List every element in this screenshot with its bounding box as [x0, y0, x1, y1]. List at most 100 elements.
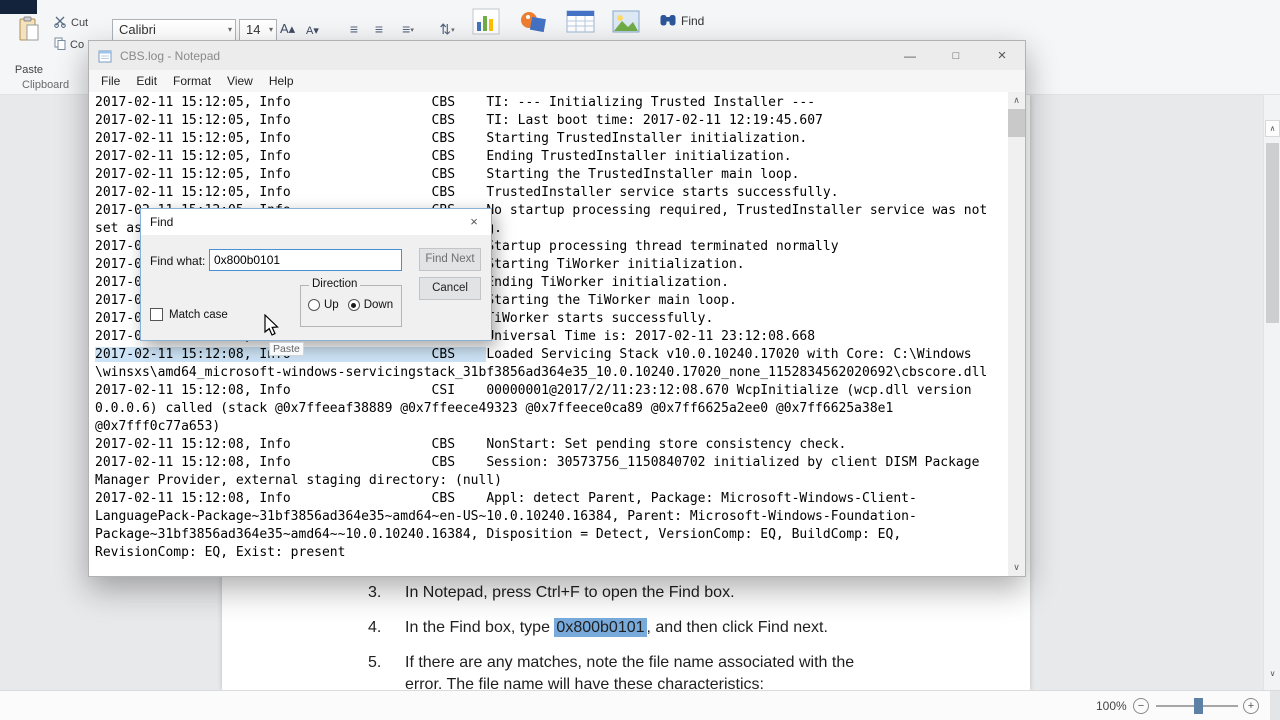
list-number: 4. — [368, 619, 382, 636]
direction-groupbox: Direction Up Down — [300, 278, 402, 327]
chevron-down-icon: ▾ — [410, 27, 414, 34]
checkbox-unchecked-icon — [150, 308, 163, 321]
log-line: 2017-02-11 15:12:05, Info CBS Ending Tru… — [95, 149, 792, 164]
log-line: 2017-02-11 15:12:08, Info CSI 00000001@2… — [95, 383, 972, 398]
log-line: 0.0.0.6) called (stack @0x7ffeeaf38889 @… — [95, 401, 894, 416]
cancel-button[interactable]: Cancel — [419, 277, 481, 300]
close-button[interactable]: × — [979, 41, 1025, 70]
binoculars-icon — [660, 13, 676, 29]
log-line: 2017-02-11 15:12:08, Info CBS Appl: dete… — [95, 491, 917, 506]
list-button[interactable]: ≡▾ — [392, 21, 424, 41]
scrollbar-thumb[interactable] — [1008, 109, 1025, 137]
menu-help[interactable]: Help — [261, 71, 302, 91]
close-icon: × — [470, 214, 478, 229]
font-name-select[interactable]: Calibri ▾ — [112, 19, 236, 41]
find-dialog: Find × Find what: Find Next Cancel Direc… — [140, 208, 492, 341]
log-line: 2017-02-11 15:12:05, Info CBS TrustedIns… — [95, 185, 839, 200]
indent-decrease-icon: ≡ — [349, 21, 359, 37]
zoom-out-button[interactable]: − — [1133, 698, 1149, 714]
line-spacing-button[interactable]: ⇅▾ — [430, 21, 464, 41]
chevron-down-icon: ▾ — [451, 27, 455, 34]
chevron-down-icon: ▾ — [227, 25, 232, 34]
notepad-app-icon — [98, 49, 112, 63]
log-line: @0x7fff0c77a653) — [95, 419, 221, 434]
decrease-indent-button[interactable]: ≡ — [342, 21, 366, 41]
paste-button[interactable]: Paste — [8, 14, 50, 80]
word-vertical-scrollbar[interactable]: ∧ ∨ — [1263, 95, 1280, 690]
chevron-down-icon: ▾ — [268, 25, 273, 34]
line-spacing-icon: ⇅ — [439, 21, 452, 37]
increase-indent-button[interactable]: ≡ — [367, 21, 391, 41]
clipboard-icon — [18, 16, 40, 45]
dialog-close-button[interactable]: × — [457, 209, 491, 235]
list-number: 5. — [368, 654, 382, 671]
log-line-selected: 2017-02-11 15:12:08, Info CBS Loaded Ser… — [95, 346, 1008, 364]
chevron-down-icon: ∨ — [1013, 562, 1020, 572]
close-icon: × — [997, 47, 1007, 64]
chart-icon[interactable] — [472, 7, 500, 42]
scrollbar-thumb[interactable] — [1266, 143, 1279, 323]
word-status-bar: 100% − + — [0, 690, 1280, 720]
doc-list-item-4: 4. In the Find box, type 0x800b0101, and … — [368, 618, 828, 637]
list-text-after: , and then click Find next. — [646, 619, 828, 636]
menu-file[interactable]: File — [93, 71, 128, 91]
list-text: If there are any matches, note the file … — [405, 654, 855, 671]
table-icon[interactable] — [566, 7, 596, 42]
find-dialog-titlebar[interactable]: Find — [141, 209, 491, 235]
log-line: \winsxs\amd64_microsoft-windows-servicin… — [95, 365, 988, 380]
picture-icon[interactable] — [612, 7, 640, 42]
window-title: CBS.log - Notepad — [120, 48, 221, 63]
radio-checked-icon — [347, 299, 360, 311]
indent-increase-icon: ≡ — [374, 21, 384, 37]
find-button[interactable]: Find — [660, 13, 704, 29]
minimize-icon: — — [904, 48, 916, 63]
chevron-up-icon: ∧ — [1269, 124, 1276, 133]
log-line: 2017-02-11 15:12:05, Info CBS TI: Last b… — [95, 113, 823, 128]
notepad-titlebar[interactable]: CBS.log - Notepad — □ × — [89, 41, 1025, 70]
log-line: 2017-02-11 15:12:05, Info CBS TI: --- In… — [95, 95, 816, 110]
cut-button[interactable]: Cut — [54, 14, 88, 32]
highlighted-search-term: 0x800b0101 — [554, 618, 647, 637]
menu-edit[interactable]: Edit — [128, 71, 165, 91]
direction-up-radio[interactable]: Up — [308, 299, 339, 311]
clipart-icon[interactable] — [519, 7, 547, 42]
zoom-level-label[interactable]: 100% — [1096, 699, 1127, 713]
dialog-title: Find — [150, 215, 174, 229]
paste-tooltip: Paste — [269, 342, 304, 356]
menu-format[interactable]: Format — [165, 71, 219, 91]
doc-list-item-5: 5. If there are any matches, note the fil… — [368, 654, 854, 672]
screen: Paste Cut Co Clipboard Calibri ▾ 14 ▾ A▴… — [0, 0, 1280, 720]
log-line: 2017-02-11 15:12:05, Info CBS Starting T… — [95, 131, 808, 146]
find-next-button[interactable]: Find Next — [419, 248, 481, 271]
maximize-button[interactable]: □ — [933, 41, 979, 70]
copy-button[interactable]: Co — [54, 36, 84, 54]
up-label: Up — [324, 299, 339, 311]
scroll-down-button[interactable]: ∨ — [1265, 665, 1280, 682]
log-line: Package~31bf3856ad364e35~amd64~~10.0.102… — [95, 527, 902, 542]
match-case-checkbox[interactable]: Match case — [150, 308, 228, 321]
clipboard-group-label: Clipboard — [22, 79, 70, 91]
notepad-vertical-scrollbar[interactable]: ∧ ∨ — [1008, 92, 1025, 576]
scroll-down-button[interactable]: ∨ — [1008, 559, 1025, 576]
plus-icon: + — [1247, 700, 1255, 712]
direction-down-radio[interactable]: Down — [347, 299, 393, 311]
chevron-down-icon: ∨ — [1269, 669, 1276, 678]
grow-font-button[interactable]: A▴ — [280, 21, 295, 37]
font-name-value: Calibri — [119, 22, 156, 37]
radio-unchecked-icon — [308, 299, 320, 311]
chevron-up-icon: ∧ — [1013, 95, 1020, 105]
font-size-select[interactable]: 14 ▾ — [239, 19, 277, 41]
zoom-in-button[interactable]: + — [1243, 698, 1259, 714]
scroll-up-button[interactable]: ∧ — [1008, 92, 1025, 109]
zoom-slider-thumb[interactable] — [1194, 698, 1203, 714]
shrink-font-button[interactable]: A▾ — [306, 24, 319, 37]
menu-view[interactable]: View — [219, 71, 261, 91]
maximize-icon: □ — [952, 49, 960, 62]
statusbar-corner — [1270, 691, 1280, 720]
find-what-input[interactable] — [209, 249, 402, 271]
font-size-value: 14 — [246, 22, 261, 37]
minimize-button[interactable]: — — [887, 41, 933, 70]
log-line: 2017-02-11 15:12:05, Info CBS Starting t… — [95, 167, 800, 182]
log-line: 2017-02-11 15:12:08, Info CBS Session: 3… — [95, 455, 980, 470]
scroll-up-button[interactable]: ∧ — [1265, 120, 1280, 137]
